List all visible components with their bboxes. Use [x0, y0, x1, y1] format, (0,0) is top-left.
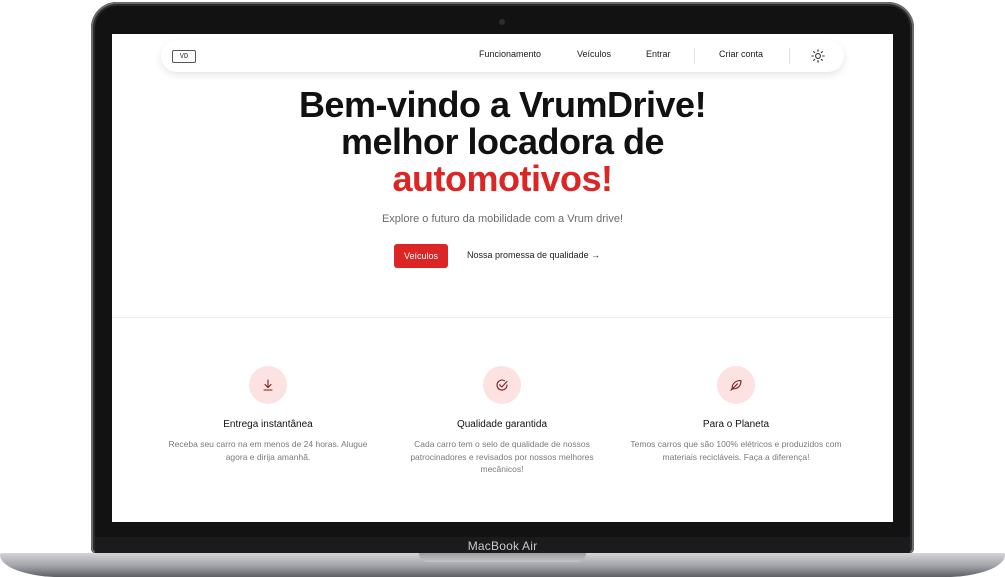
- nav-link-entrar[interactable]: Entrar: [646, 49, 671, 59]
- check-badge-icon: [496, 379, 508, 391]
- nav-link-criar-conta[interactable]: Criar conta: [719, 49, 763, 59]
- download-icon: [263, 379, 273, 391]
- sun-icon[interactable]: [811, 49, 825, 63]
- feature-card: Qualidade garantida Cada carro tem o sel…: [392, 366, 612, 476]
- feature-card: Para o Planeta Temos carros que são 100%…: [626, 366, 846, 463]
- feature-title: Para o Planeta: [702, 419, 770, 430]
- hero-title-accent: automotivos!: [392, 158, 613, 199]
- vehicles-button[interactable]: Veículos: [394, 244, 448, 268]
- brand-logo[interactable]: VD: [172, 50, 196, 63]
- quality-promise-link[interactable]: Nossa promessa de qualidade →: [467, 250, 600, 260]
- feature-title: Qualidade garantida: [456, 419, 548, 430]
- camera-dot: [499, 19, 505, 25]
- laptop-notch: [419, 553, 586, 562]
- nav-separator: [694, 48, 695, 64]
- feature-icon-circle: [717, 366, 755, 404]
- navbar: VD Funcionamento Veículos Entrar Criar c…: [161, 40, 844, 72]
- section-divider: [112, 317, 893, 318]
- browser-screen: VD Funcionamento Veículos Entrar Criar c…: [112, 34, 893, 522]
- feature-description: Cada carro tem o selo de qualidade de no…: [410, 439, 594, 474]
- nav-separator: [789, 48, 790, 64]
- hero-subtitle: Explore o futuro da mobilidade com a Vru…: [381, 213, 624, 225]
- feature-description: Temos carros que são 100% elétricos e pr…: [630, 439, 842, 462]
- hero-title-line-1: Bem-vindo a VrumDrive!: [298, 84, 707, 125]
- nav-link-veiculos[interactable]: Veículos: [577, 49, 611, 59]
- device-label: MacBook Air: [467, 539, 538, 553]
- feature-card: Entrega instantânea Receba seu carro na …: [158, 366, 378, 463]
- hero-title-line-2: melhor locadora de: [340, 121, 665, 162]
- laptop-chin: MacBook Air: [95, 537, 910, 554]
- hero-title: Bem-vindo a VrumDrive! melhor locadora d…: [112, 86, 893, 197]
- feature-icon-circle: [483, 366, 521, 404]
- leaf-icon: [730, 379, 742, 391]
- feature-description: Receba seu carro na em menos de 24 horas…: [168, 439, 368, 462]
- nav-link-funcionamento[interactable]: Funcionamento: [479, 49, 541, 59]
- feature-title: Entrega instantânea: [223, 419, 313, 430]
- feature-icon-circle: [249, 366, 287, 404]
